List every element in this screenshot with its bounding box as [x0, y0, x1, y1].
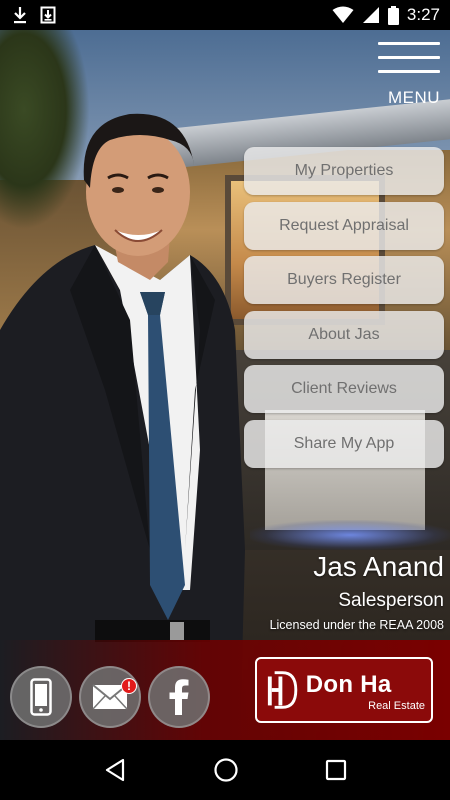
hero-background: MENU My Properties Request Appraisal Buy… — [0, 30, 450, 740]
agency-logo[interactable]: Don Ha Real Estate — [255, 657, 433, 723]
menu-button[interactable]: MENU — [370, 42, 440, 112]
email-button[interactable]: ! — [79, 666, 141, 728]
hamburger-icon — [378, 42, 440, 74]
agent-info: Jas Anand Salesperson Licensed under the… — [270, 550, 444, 634]
status-bar: 3:27 — [0, 0, 450, 30]
call-button[interactable] — [10, 666, 72, 728]
menu-item-my-properties[interactable]: My Properties — [244, 147, 444, 195]
back-icon[interactable] — [103, 758, 127, 782]
logo-subtitle: Real Estate — [368, 700, 425, 712]
driveway-light — [250, 520, 450, 550]
menu-item-buyers-register[interactable]: Buyers Register — [244, 256, 444, 304]
menu-list: My Properties Request Appraisal Buyers R… — [244, 147, 444, 474]
menu-label: MENU — [387, 88, 440, 107]
battery-icon — [387, 5, 399, 25]
home-icon[interactable] — [213, 757, 239, 783]
navigation-bar — [0, 740, 450, 800]
wifi-icon — [332, 6, 354, 23]
menu-item-client-reviews[interactable]: Client Reviews — [244, 365, 444, 413]
recents-icon[interactable] — [325, 759, 347, 781]
agent-name: Jas Anand — [313, 551, 444, 582]
menu-item-share-app[interactable]: Share My App — [244, 419, 444, 468]
agent-role: Salesperson — [338, 590, 444, 611]
email-badge: ! — [121, 678, 137, 694]
facebook-icon — [169, 679, 189, 715]
agent-license: Licensed under the REAA 2008 — [269, 618, 444, 632]
download-icon — [14, 7, 26, 24]
facebook-button[interactable] — [148, 666, 210, 728]
agent-photo — [0, 113, 245, 740]
download-box-icon — [40, 6, 56, 24]
logo-name: Don Ha — [305, 671, 392, 698]
logo-mark-icon — [267, 671, 298, 709]
menu-item-about[interactable]: About Jas — [244, 310, 444, 359]
signal-icon — [362, 7, 379, 23]
menu-item-request-appraisal[interactable]: Request Appraisal — [244, 201, 444, 250]
phone-icon — [30, 678, 52, 716]
status-time: 3:27 — [406, 5, 440, 24]
